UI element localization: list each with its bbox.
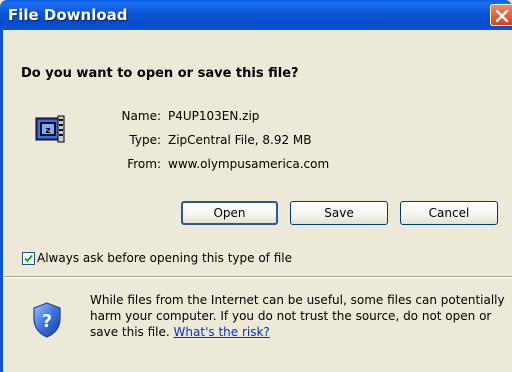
type-label: Type: — [129, 133, 161, 147]
save-button[interactable]: Save — [290, 201, 388, 225]
type-value: ZipCentral File, 8.92 MB — [168, 133, 312, 147]
zip-file-icon: z — [35, 115, 65, 143]
checkmark-icon — [24, 254, 33, 263]
warning-message: While files from the Internet can be use… — [90, 293, 505, 339]
close-button[interactable] — [490, 4, 512, 26]
close-icon — [495, 9, 509, 23]
always-ask-checkbox[interactable] — [22, 252, 35, 265]
title-bar[interactable]: File Download — [0, 0, 512, 30]
svg-text:?: ? — [42, 311, 52, 332]
whats-the-risk-link[interactable]: What's the risk? — [174, 325, 270, 339]
security-shield-icon: ? — [33, 302, 61, 338]
window-frame-left — [0, 30, 3, 372]
download-question: Do you want to open or save this file? — [21, 66, 299, 81]
always-ask-label[interactable]: Always ask before opening this type of f… — [37, 251, 292, 265]
open-button[interactable]: Open — [181, 201, 278, 225]
name-label: Name: — [121, 109, 161, 123]
from-value: www.olympusamerica.com — [168, 157, 330, 171]
warning-text: While files from the Internet can be use… — [90, 292, 505, 340]
name-value: P4UP103EN.zip — [168, 109, 260, 123]
cancel-button[interactable]: Cancel — [400, 201, 498, 225]
from-label: From: — [127, 157, 161, 171]
window-title: File Download — [8, 6, 128, 24]
svg-text:z: z — [45, 126, 50, 136]
